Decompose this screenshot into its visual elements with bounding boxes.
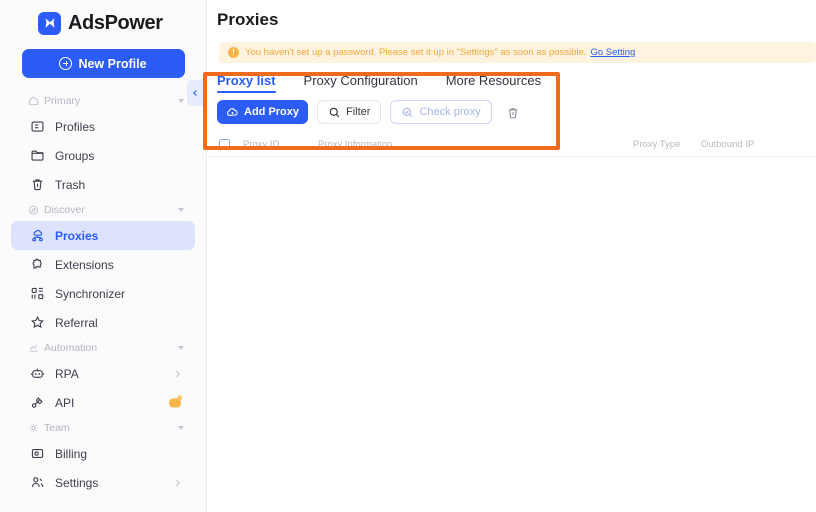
extensions-icon <box>29 257 45 273</box>
sidebar-item-rpa[interactable]: RPA <box>11 359 195 388</box>
people-icon <box>29 475 45 491</box>
go-setting-link[interactable]: Go Setting <box>590 47 635 58</box>
sidebar-nav: Primary Profiles Groups Trash Discover P… <box>0 90 206 497</box>
sidebar-item-trash[interactable]: Trash <box>11 170 195 199</box>
sidebar-item-label: Extensions <box>55 257 114 272</box>
password-warning-banner: ! You haven't set up a password. Please … <box>219 42 816 63</box>
table-header-row: Proxy ID Proxy Information Proxy Type Ou… <box>207 133 816 157</box>
sidebar-item-label: Referral <box>55 315 98 330</box>
sidebar-item-groups[interactable]: Groups <box>11 141 195 170</box>
brand: AdsPower <box>0 0 206 38</box>
delete-button[interactable] <box>501 100 525 124</box>
app-root: AdsPower New Profile Primary Profiles Gr… <box>0 0 816 512</box>
select-all-checkbox[interactable] <box>219 139 230 150</box>
chevron-left-icon <box>192 90 199 96</box>
chevron-down-icon <box>178 208 184 212</box>
sidebar-item-label: Profiles <box>55 119 96 134</box>
trash-icon <box>506 106 519 119</box>
nav-group-team-label: Team <box>44 422 70 434</box>
toolbar: Add Proxy Filter Check proxy <box>207 93 816 124</box>
api-badge-icon <box>169 395 182 407</box>
sidebar-item-referral[interactable]: Referral <box>11 308 195 337</box>
column-header-proxy-type[interactable]: Proxy Type <box>633 139 701 150</box>
chevron-down-icon <box>178 426 184 430</box>
compass-icon <box>28 205 39 216</box>
cloud-add-icon <box>226 106 239 119</box>
nav-group-discover-label: Discover <box>44 204 85 216</box>
add-proxy-label: Add Proxy <box>244 106 300 118</box>
add-proxy-button[interactable]: Add Proxy <box>217 100 309 124</box>
nav-group-discover[interactable]: Discover <box>0 199 206 221</box>
column-header-outbound-ip[interactable]: Outbound IP <box>701 139 754 150</box>
api-icon <box>29 395 45 411</box>
column-header-proxy-information[interactable]: Proxy Information <box>318 139 633 150</box>
sidebar-item-proxies[interactable]: Proxies <box>11 221 195 250</box>
sidebar-item-api[interactable]: API <box>11 388 195 417</box>
sidebar: AdsPower New Profile Primary Profiles Gr… <box>0 0 207 512</box>
chevron-down-icon <box>178 99 184 103</box>
warning-text: You haven't set up a password. Please se… <box>245 47 587 58</box>
table-body <box>207 157 816 477</box>
exclamation-circle-icon: ! <box>228 47 239 58</box>
tab-more-resources[interactable]: More Resources <box>446 73 541 93</box>
star-icon <box>29 315 45 331</box>
sidebar-item-label: Synchronizer <box>55 286 126 301</box>
automation-icon <box>28 343 39 354</box>
trash-icon <box>29 177 45 193</box>
sidebar-collapse-button[interactable] <box>187 80 203 106</box>
billing-icon <box>29 446 45 462</box>
proxies-icon <box>29 228 45 244</box>
nav-group-automation-label: Automation <box>44 342 98 354</box>
filter-label: Filter <box>346 106 371 118</box>
home-icon <box>28 96 39 107</box>
plus-circle-icon <box>59 57 73 70</box>
folder-icon <box>29 148 45 164</box>
page-title: Proxies <box>217 10 279 29</box>
synchronizer-icon <box>29 286 45 302</box>
check-proxy-button[interactable]: Check proxy <box>390 100 492 124</box>
nav-group-primary-label: Primary <box>44 95 81 107</box>
brand-name: AdsPower <box>68 12 163 34</box>
column-header-proxy-id[interactable]: Proxy ID <box>243 139 318 150</box>
adspower-x-logo-icon <box>38 11 61 35</box>
chevron-right-icon <box>172 478 181 487</box>
check-proxy-label: Check proxy <box>419 106 481 118</box>
sidebar-item-label: Proxies <box>55 228 99 243</box>
sidebar-item-label: RPA <box>55 366 79 381</box>
nav-group-automation[interactable]: Automation <box>0 337 206 359</box>
sidebar-item-synchronizer[interactable]: Synchronizer <box>11 279 195 308</box>
search-icon <box>328 106 341 119</box>
tab-bar: Proxy list Proxy Configuration More Reso… <box>207 63 816 93</box>
sidebar-item-extensions[interactable]: Extensions <box>11 250 195 279</box>
sidebar-item-settings[interactable]: Settings <box>11 468 195 497</box>
search-check-icon <box>401 106 414 119</box>
new-profile-label: New Profile <box>78 56 147 71</box>
main-content: Proxies ! You haven't set up a password.… <box>207 0 816 512</box>
tab-proxy-list[interactable]: Proxy list <box>217 73 276 93</box>
sidebar-item-label: Settings <box>55 475 99 490</box>
new-profile-button[interactable]: New Profile <box>21 49 185 78</box>
sidebar-item-label: Groups <box>55 148 95 163</box>
tab-proxy-configuration[interactable]: Proxy Configuration <box>304 73 418 93</box>
chevron-right-icon <box>172 369 181 378</box>
nav-group-team[interactable]: Team <box>0 417 206 439</box>
sidebar-item-profiles[interactable]: Profiles <box>11 112 195 141</box>
filter-button[interactable]: Filter <box>317 100 382 124</box>
chevron-down-icon <box>178 346 184 350</box>
profiles-icon <box>29 119 45 135</box>
sidebar-item-billing[interactable]: Billing <box>11 439 195 468</box>
gear-icon <box>28 423 39 434</box>
sidebar-item-label: API <box>55 395 75 410</box>
robot-icon <box>29 366 45 382</box>
sidebar-item-label: Trash <box>55 177 86 192</box>
sidebar-item-label: Billing <box>55 446 88 461</box>
nav-group-primary[interactable]: Primary <box>0 90 206 112</box>
